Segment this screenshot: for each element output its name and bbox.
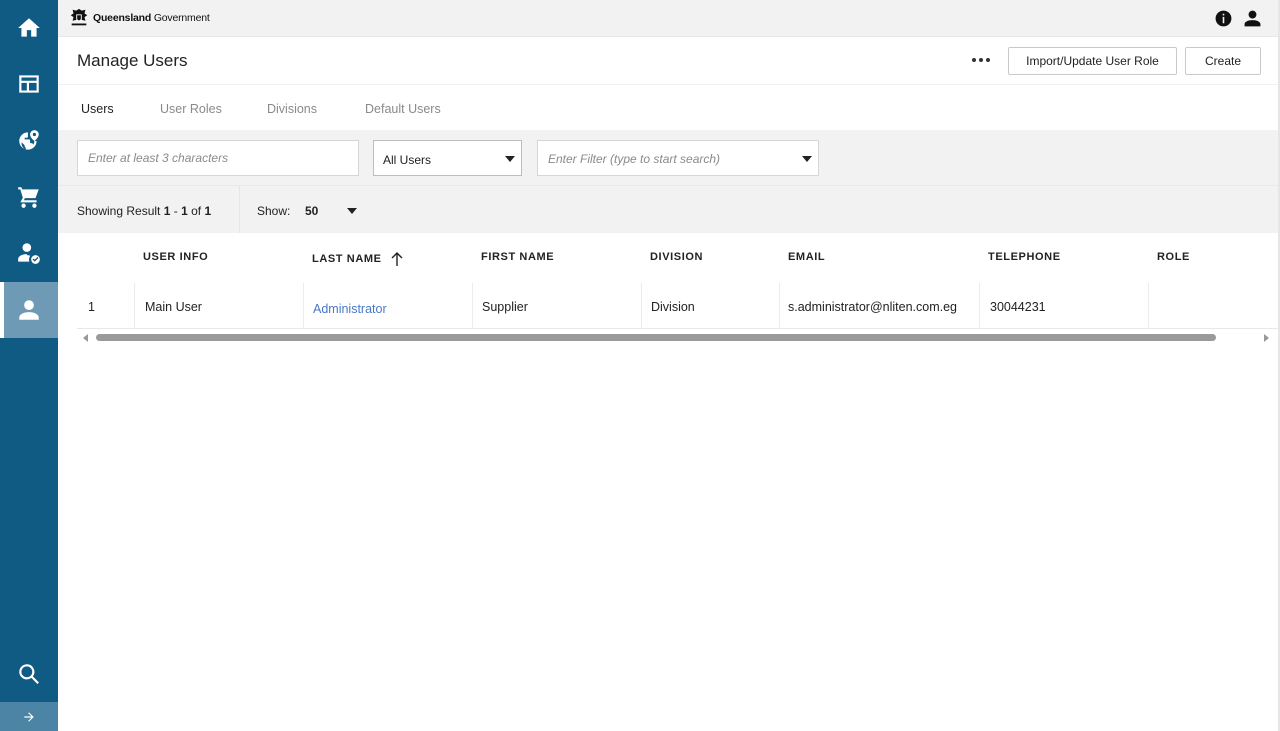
cell-telephone: 30044231 xyxy=(980,283,1149,329)
page-size-group: Show: 50 xyxy=(239,186,409,234)
search-input[interactable] xyxy=(77,140,359,176)
top-bar: Queensland Government xyxy=(58,0,1280,37)
brand-logo[interactable]: Queensland Government xyxy=(68,7,210,29)
cell-last-name-link[interactable]: Administrator xyxy=(304,283,473,329)
sidebar-item-search[interactable] xyxy=(0,646,58,702)
scroll-left-icon[interactable] xyxy=(83,334,88,342)
sidebar-item-user-check[interactable] xyxy=(0,225,58,281)
chevron-down-icon xyxy=(802,156,812,162)
home-icon xyxy=(18,18,40,37)
filter-select[interactable]: Enter Filter (type to start search) xyxy=(537,140,819,176)
row-index: 1 xyxy=(77,283,135,329)
tab-bar: Users User Roles Divisions Default Users xyxy=(58,84,1280,130)
column-header-email[interactable]: EMAIL xyxy=(788,251,825,263)
arrow-right-icon xyxy=(24,711,34,722)
search-icon xyxy=(19,664,39,684)
page-header: Manage Users Import/Update User Role Cre… xyxy=(58,37,1280,84)
globe-icon xyxy=(19,130,39,150)
crest-icon xyxy=(70,8,88,26)
import-update-user-role-button[interactable]: Import/Update User Role xyxy=(1008,47,1177,75)
sidebar-expand-button[interactable] xyxy=(0,702,58,731)
top-icons xyxy=(1214,9,1262,28)
create-button[interactable]: Create xyxy=(1185,47,1261,75)
sidebar-item-home[interactable] xyxy=(0,0,58,56)
chevron-down-icon xyxy=(505,156,515,162)
result-bar: Showing Result 1 - 1 of 1 Show: 50 xyxy=(58,185,1280,234)
column-header-division[interactable]: DIVISION xyxy=(650,251,703,263)
tab-users[interactable]: Users xyxy=(81,102,114,116)
filter-select-placeholder: Enter Filter (type to start search) xyxy=(548,152,721,166)
users-table: USER INFO LAST NAME FIRST NAME DIVISION … xyxy=(77,233,1280,329)
scroll-right-icon[interactable] xyxy=(1264,334,1269,342)
scrollbar-thumb[interactable] xyxy=(96,334,1216,341)
result-summary: Showing Result 1 - 1 of 1 xyxy=(77,204,212,218)
tab-user-roles[interactable]: User Roles xyxy=(160,102,222,116)
filter-bar: All Users Enter Filter (type to start se… xyxy=(58,130,1280,185)
page-size-value[interactable]: 50 xyxy=(305,204,318,218)
cell-user-info: Main User xyxy=(135,283,304,329)
table-horizontal-scrollbar[interactable] xyxy=(77,331,1275,345)
cell-role xyxy=(1149,283,1275,329)
user-type-select[interactable]: All Users xyxy=(373,140,522,176)
sidebar-item-dashboard[interactable] xyxy=(0,56,58,112)
table-header: USER INFO LAST NAME FIRST NAME DIVISION … xyxy=(77,233,1280,283)
more-dot xyxy=(979,58,983,62)
account-icon[interactable] xyxy=(1243,9,1262,28)
sidebar-item-users[interactable] xyxy=(0,282,58,338)
info-icon[interactable] xyxy=(1214,9,1233,28)
dashboard-icon xyxy=(19,75,39,93)
more-dot xyxy=(986,58,990,62)
chevron-down-icon[interactable] xyxy=(347,208,357,214)
cell-email: s.administrator@nliten.com.eg xyxy=(780,283,980,329)
cell-division: Division xyxy=(642,283,780,329)
tab-default-users[interactable]: Default Users xyxy=(365,102,441,116)
column-header-role[interactable]: ROLE xyxy=(1157,251,1190,263)
arrow-up-icon[interactable] xyxy=(390,251,404,267)
tab-divisions[interactable]: Divisions xyxy=(267,102,317,116)
app-window: Queensland Government Manage Users Impor… xyxy=(0,0,1280,731)
column-header-last-name[interactable]: LAST NAME xyxy=(312,251,404,267)
column-header-first-name[interactable]: FIRST NAME xyxy=(481,251,554,263)
table-row[interactable]: 1 Main User Administrator Supplier Divis… xyxy=(77,283,1280,329)
cart-icon xyxy=(18,187,39,208)
column-header-user-info[interactable]: USER INFO xyxy=(143,251,208,263)
sidebar xyxy=(0,0,58,731)
show-label: Show: xyxy=(257,204,291,218)
user-icon xyxy=(19,300,39,320)
sidebar-item-globe[interactable] xyxy=(0,113,58,169)
column-header-telephone[interactable]: TELEPHONE xyxy=(988,251,1061,263)
brand-name: Queensland Government xyxy=(93,12,210,24)
user-type-select-value: All Users xyxy=(383,153,432,167)
cell-first-name: Supplier xyxy=(473,283,642,329)
user-check-icon xyxy=(18,243,40,264)
page-title: Manage Users xyxy=(77,51,188,70)
sidebar-item-cart[interactable] xyxy=(0,169,58,225)
more-options-button[interactable] xyxy=(966,49,996,71)
more-dots-icon xyxy=(972,58,976,62)
